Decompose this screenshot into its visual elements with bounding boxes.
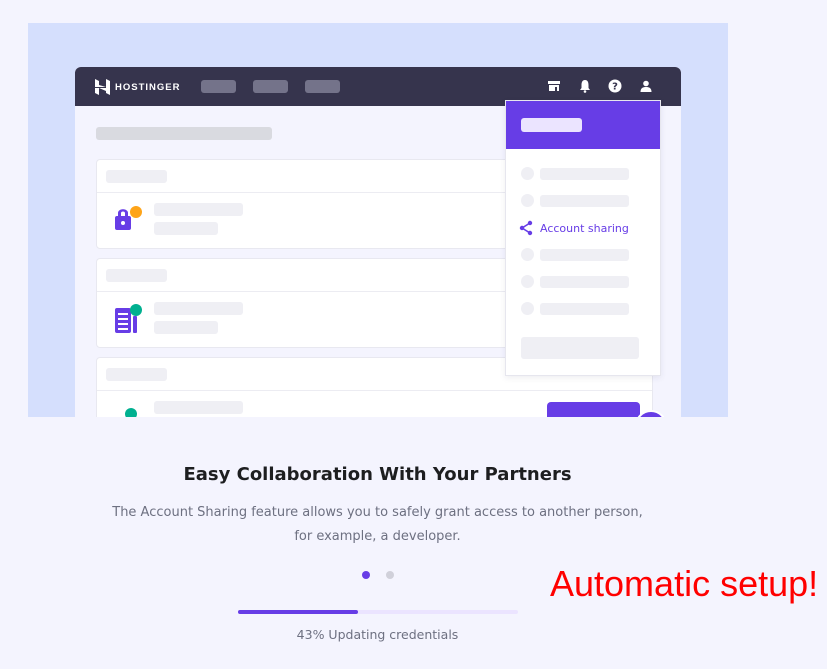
invoice-icon xyxy=(115,304,142,333)
dropdown-item-placeholder xyxy=(521,167,629,180)
card-line-placeholder xyxy=(154,222,218,235)
dashboard-mockup: HOSTINGER ? Account sharing xyxy=(75,67,681,417)
card-title-placeholder xyxy=(106,269,167,282)
card-line-placeholder xyxy=(154,401,243,414)
page-title-placeholder xyxy=(96,127,272,140)
dropdown-item-account-sharing[interactable]: Account sharing xyxy=(518,220,629,236)
status-dot-icon xyxy=(125,408,137,417)
bell-icon xyxy=(580,80,590,93)
carousel-dot-active[interactable] xyxy=(362,571,370,579)
carousel-indicators xyxy=(362,571,394,579)
share-icon xyxy=(519,220,533,236)
description-line: The Account Sharing feature allows you t… xyxy=(112,505,643,520)
hostinger-logo-icon xyxy=(95,79,110,95)
dropdown-header xyxy=(506,101,660,149)
nav-placeholder xyxy=(253,80,288,93)
slide-title: Easy Collaboration With Your Partners xyxy=(183,464,572,485)
card-title-placeholder xyxy=(106,170,167,183)
brand-logo: HOSTINGER xyxy=(95,79,180,95)
dropdown-item-label: Account sharing xyxy=(540,221,629,235)
dropdown-title-placeholder xyxy=(521,118,582,132)
brand-name: HOSTINGER xyxy=(115,81,181,93)
dropdown-button-placeholder xyxy=(521,337,639,359)
automatic-setup-overlay: Automatic setup! xyxy=(550,563,819,604)
card-line-placeholder xyxy=(154,203,243,216)
dropdown-item-placeholder xyxy=(521,302,629,315)
progress-label: 43% Updating credentials xyxy=(296,627,459,642)
nav-placeholder xyxy=(201,80,236,93)
user-icon xyxy=(640,80,652,92)
account-dropdown: Account sharing xyxy=(505,100,661,376)
slide-description: The Account Sharing feature allows you t… xyxy=(100,501,655,549)
carousel-dot[interactable] xyxy=(386,571,394,579)
lock-icon xyxy=(115,206,142,230)
card-line-placeholder xyxy=(154,321,218,334)
card-title-placeholder xyxy=(106,368,167,381)
dropdown-item-placeholder xyxy=(521,248,629,261)
progress-fill xyxy=(238,610,359,614)
progress-bar xyxy=(238,610,518,614)
action-button-placeholder xyxy=(547,402,640,417)
nav-placeholder xyxy=(305,80,340,93)
help-icon: ? xyxy=(608,79,622,93)
dropdown-item-placeholder xyxy=(521,194,629,207)
card-line-placeholder xyxy=(154,302,243,315)
dropdown-item-placeholder xyxy=(521,275,629,288)
feature-illustration: HOSTINGER ? Account sharing xyxy=(28,23,728,417)
store-icon xyxy=(548,81,560,91)
svg-text:?: ? xyxy=(612,82,618,93)
description-line: for example, a developer. xyxy=(294,529,461,544)
